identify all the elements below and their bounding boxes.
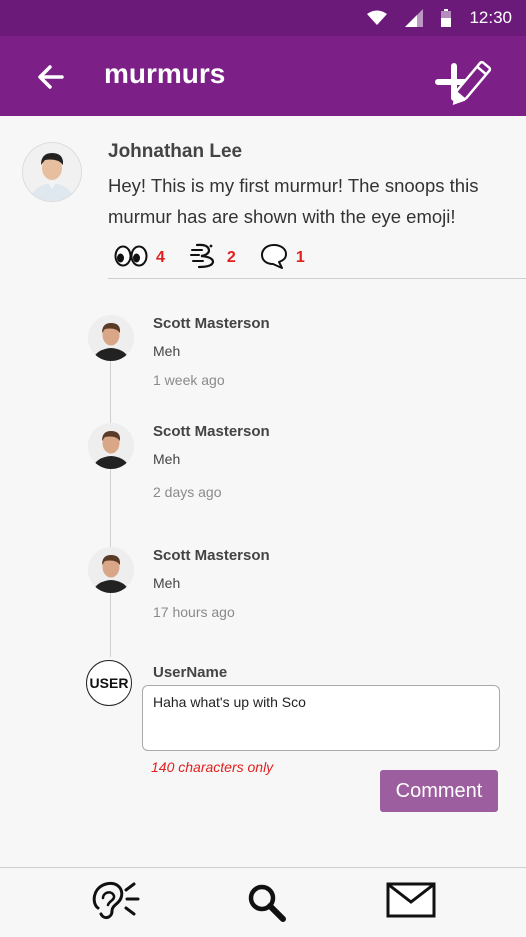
- comment-author[interactable]: Scott Masterson: [153, 547, 270, 564]
- divider: [108, 278, 526, 279]
- comment-time: 1 week ago: [153, 372, 225, 388]
- comment-text: Meh: [153, 451, 181, 467]
- whisper-action[interactable]: 2: [189, 242, 236, 275]
- post-actions: 4 2 1: [114, 242, 329, 275]
- comment-text: Meh: [153, 575, 181, 591]
- comment-button[interactable]: Comment: [380, 770, 498, 812]
- comment-author[interactable]: Scott Masterson: [153, 423, 270, 440]
- comment-input[interactable]: Haha what's up with Sco: [142, 685, 500, 751]
- status-bar: 12:30: [0, 0, 526, 36]
- user-avatar: USER: [86, 660, 132, 706]
- compose-icon[interactable]: [434, 58, 492, 114]
- whisper-count: 2: [226, 249, 236, 266]
- snoops-action[interactable]: 4: [114, 245, 165, 272]
- whisper-icon: [189, 242, 219, 275]
- comment-time: 2 days ago: [153, 484, 222, 500]
- comment-author[interactable]: Scott Masterson: [153, 315, 270, 332]
- composer-username: UserName: [153, 664, 228, 681]
- avatar[interactable]: [88, 423, 134, 469]
- search-icon[interactable]: [246, 882, 288, 929]
- character-limit-note: 140 characters only: [151, 759, 274, 775]
- comments-count: 1: [295, 249, 305, 266]
- clock: 12:30: [469, 8, 512, 27]
- comment-text: Meh: [153, 343, 181, 359]
- wifi-icon: [367, 10, 388, 26]
- page-title: murmurs: [104, 58, 226, 89]
- avatar[interactable]: [88, 547, 134, 593]
- thread-line: [110, 352, 111, 657]
- avatar[interactable]: [22, 142, 82, 202]
- comment-bubble-icon: [260, 243, 288, 274]
- post-text: Hey! This is my first murmur! The snoops…: [108, 175, 479, 227]
- app-bar: murmurs: [0, 36, 526, 116]
- listen-ear-icon[interactable]: [88, 878, 140, 929]
- eyes-icon: [114, 245, 148, 272]
- avatar[interactable]: [88, 315, 134, 361]
- bottom-nav: [0, 867, 526, 937]
- signal-icon: [405, 9, 424, 27]
- battery-icon: [441, 9, 452, 27]
- comment-time: 17 hours ago: [153, 604, 235, 620]
- snoops-count: 4: [156, 249, 165, 266]
- comments-action[interactable]: 1: [260, 243, 305, 274]
- post-author[interactable]: Johnathan Lee: [108, 141, 242, 163]
- mail-icon[interactable]: [386, 882, 436, 923]
- back-arrow-icon[interactable]: [36, 62, 66, 92]
